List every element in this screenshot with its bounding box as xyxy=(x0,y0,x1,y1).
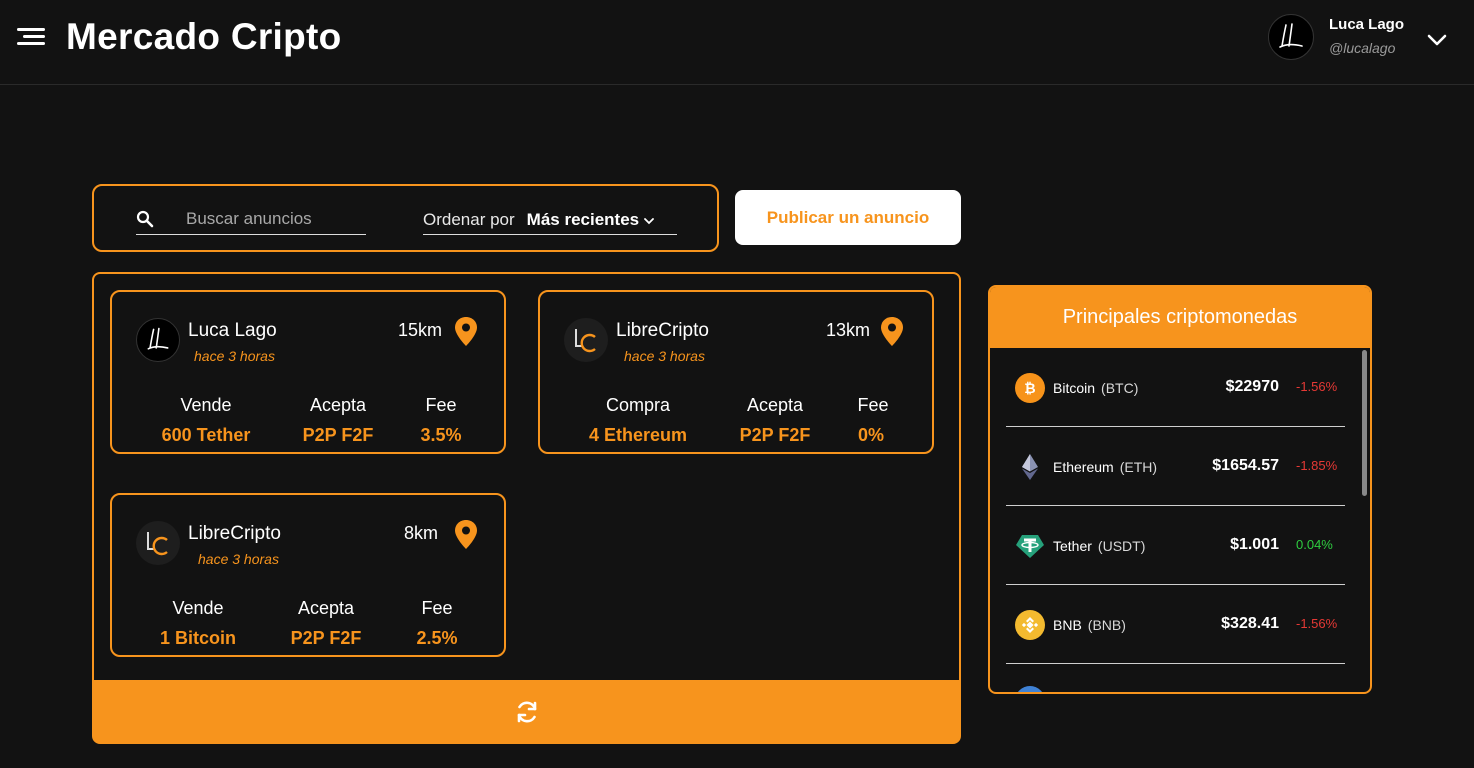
advertiser-name: Luca Lago xyxy=(188,320,277,341)
refresh-icon xyxy=(517,701,536,723)
ad-timestamp: hace 3 horas xyxy=(198,551,279,567)
search-toolbar: Ordenar por Más recientes xyxy=(92,184,719,252)
top-bar: Mercado Cripto Luca Lago @lucalago xyxy=(0,0,1474,85)
search-field xyxy=(136,205,366,235)
coin-change: 0.04% xyxy=(1296,537,1333,552)
refresh-button[interactable] xyxy=(92,680,961,744)
signature-logo-icon xyxy=(147,327,169,350)
ad-card[interactable]: Luca Lago hace 3 horas 15km Vende 600 Te… xyxy=(110,290,506,454)
ads-panel: Luca Lago hace 3 horas 15km Vende 600 Te… xyxy=(92,272,961,682)
search-input[interactable] xyxy=(186,205,366,233)
coin-symbol: (BNB) xyxy=(1087,617,1126,633)
tether-icon xyxy=(1015,531,1045,561)
sort-dropdown[interactable]: Ordenar por Más recientes xyxy=(423,205,677,235)
advertiser-avatar xyxy=(564,318,608,362)
ad-timestamp: hace 3 horas xyxy=(194,348,275,364)
ad-accepts-value: P2P F2F xyxy=(290,628,362,648)
coin-change: -1.85% xyxy=(1296,458,1338,473)
chevron-down-icon[interactable] xyxy=(644,217,655,225)
signature-logo-icon xyxy=(1279,23,1303,48)
librecripto-logo-icon xyxy=(147,532,168,556)
search-icon xyxy=(136,210,154,228)
ad-fee-value: 3.5% xyxy=(420,425,462,445)
coin-price: $328.41 xyxy=(1221,615,1279,632)
crypto-row-partial[interactable] xyxy=(1006,664,1345,692)
user-handle: @lucalago xyxy=(1329,40,1396,56)
ad-accepts-value: P2P F2F xyxy=(739,425,811,445)
crypto-row-bnb[interactable]: BNB (BNB) $328.41 -1.56% xyxy=(1006,585,1345,664)
ad-type-label: Vende xyxy=(180,395,232,415)
user-avatar[interactable] xyxy=(1268,14,1314,60)
ethereum-icon xyxy=(1015,452,1045,482)
coin-change: -1.56% xyxy=(1296,616,1338,631)
advertiser-avatar xyxy=(136,521,180,565)
coin-icon xyxy=(1015,686,1045,692)
coin-name: Tether xyxy=(1053,538,1092,554)
coin-name: Ethereum xyxy=(1053,459,1114,475)
ad-card[interactable]: LibreCripto hace 3 horas 13km Compra 4 E… xyxy=(538,290,934,454)
ad-distance: 8km xyxy=(404,523,439,543)
coin-name: BNB xyxy=(1053,617,1082,633)
coin-price: $1654.57 xyxy=(1212,457,1279,474)
coin-name: Bitcoin xyxy=(1053,380,1096,396)
advertiser-name: LibreCripto xyxy=(188,523,281,544)
svg-text:₿: ₿ xyxy=(1024,381,1035,397)
crypto-list: ₿ Bitcoin (BTC) $22970 -1.56% Ethereum (ET… xyxy=(990,348,1370,692)
coin-symbol: (BTC) xyxy=(1101,380,1139,396)
publish-ad-button[interactable]: Publicar un anuncio xyxy=(735,190,961,245)
librecripto-logo-icon xyxy=(575,329,596,353)
app-title: Mercado Cripto xyxy=(66,16,342,57)
coin-change: -1.56% xyxy=(1296,379,1338,394)
crypto-row-tether[interactable]: Tether (USDT) $1.001 0.04% xyxy=(1006,506,1345,585)
bitcoin-icon: ₿ xyxy=(1015,373,1045,403)
panel-title: Principales criptomonedas xyxy=(990,287,1370,348)
coin-price: $22970 xyxy=(1225,378,1279,395)
location-pin-icon xyxy=(881,317,903,346)
ad-type-label: Vende xyxy=(172,598,224,618)
sort-selected-value[interactable]: Más recientes xyxy=(527,210,639,230)
ad-fee-label: Fee xyxy=(421,598,453,618)
scrollbar-thumb[interactable] xyxy=(1362,350,1367,496)
bnb-icon xyxy=(1015,610,1045,640)
top-cryptocurrencies-panel: Principales criptomonedas ₿ Bitcoin (BTC)… xyxy=(988,285,1372,694)
ad-fee-label: Fee xyxy=(425,395,457,415)
ad-timestamp: hace 3 horas xyxy=(624,348,705,364)
crypto-row-bitcoin[interactable]: ₿ Bitcoin (BTC) $22970 -1.56% xyxy=(1006,348,1345,427)
ad-accepts-label: Acepta xyxy=(297,598,355,618)
ad-accepts-value: P2P F2F xyxy=(302,425,374,445)
chevron-down-icon[interactable] xyxy=(1425,30,1449,50)
ad-type-value: 1 Bitcoin xyxy=(159,628,236,648)
ad-fee-value: 0% xyxy=(857,425,884,445)
ad-card[interactable]: LibreCripto hace 3 horas 8km Vende 1 Bit… xyxy=(110,493,506,657)
ad-type-label: Compra xyxy=(605,395,671,415)
location-pin-icon xyxy=(455,520,477,549)
ad-fee-label: Fee xyxy=(857,395,889,415)
ad-distance: 15km xyxy=(398,320,443,340)
coin-symbol: (USDT) xyxy=(1097,538,1146,554)
crypto-row-ethereum[interactable]: Ethereum (ETH) $1654.57 -1.85% xyxy=(1006,427,1345,506)
location-pin-icon xyxy=(455,317,477,346)
sort-label: Ordenar por xyxy=(423,209,515,229)
advertiser-avatar xyxy=(136,318,180,362)
ad-distance: 13km xyxy=(826,320,871,340)
user-name: Luca Lago xyxy=(1329,16,1405,33)
advertiser-name: LibreCripto xyxy=(616,320,709,341)
ad-fee-value: 2.5% xyxy=(416,628,458,648)
coin-symbol: (ETH) xyxy=(1119,459,1158,475)
ad-type-value: 4 Ethereum xyxy=(588,425,688,445)
ad-accepts-label: Acepta xyxy=(746,395,804,415)
hamburger-menu-icon[interactable] xyxy=(17,27,45,47)
coin-price: $1.001 xyxy=(1230,536,1279,553)
ad-accepts-label: Acepta xyxy=(309,395,367,415)
ad-type-value: 600 Tether xyxy=(161,425,251,445)
